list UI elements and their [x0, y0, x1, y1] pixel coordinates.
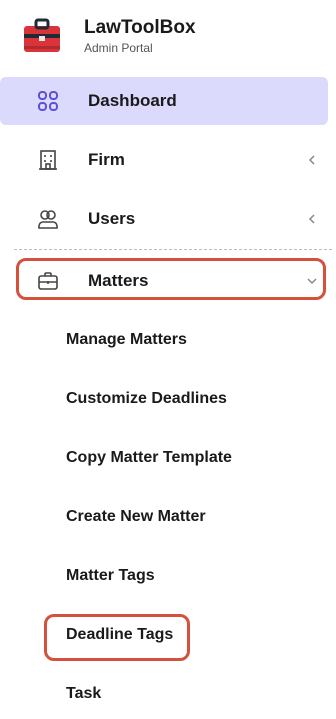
toolbox-icon [24, 18, 60, 52]
section-divider [14, 249, 332, 250]
nav-item-dashboard[interactable]: Dashboard [0, 77, 328, 125]
grid-icon [36, 89, 60, 113]
submenu-item-create-new-matter[interactable]: Create New Matter [66, 508, 206, 526]
nav-item-firm[interactable]: Firm [0, 136, 328, 184]
nav-label-users: Users [88, 209, 136, 228]
nav-label-matters: Matters [88, 271, 149, 290]
building-icon [36, 148, 60, 172]
submenu-item-deadline-tags[interactable]: Deadline Tags [66, 626, 173, 644]
submenu-item-matter-tags[interactable]: Matter Tags [66, 567, 155, 585]
nav-item-users[interactable]: Users [0, 195, 328, 243]
brand-header[interactable]: LawToolBox Admin Portal [20, 12, 196, 60]
app-name: LawToolBox [84, 16, 196, 38]
chevron-down-icon [306, 275, 318, 287]
submenu-item-copy-matter-template[interactable]: Copy Matter Template [66, 449, 232, 467]
chevron-left-icon [306, 213, 318, 225]
submenu-item-manage-matters[interactable]: Manage Matters [66, 331, 187, 349]
briefcase-icon [36, 269, 60, 293]
app-subtitle: Admin Portal [84, 40, 153, 55]
nav-label-dashboard: Dashboard [88, 91, 177, 110]
submenu-item-task[interactable]: Task [66, 685, 101, 703]
submenu-item-customize-deadlines[interactable]: Customize Deadlines [66, 390, 227, 408]
chevron-left-icon [306, 154, 318, 166]
nav-item-matters[interactable]: Matters [0, 257, 328, 305]
sidebar: LawToolBox Admin Portal Dashboard Firm U… [0, 0, 336, 719]
users-icon [36, 207, 60, 231]
nav-label-firm: Firm [88, 150, 125, 169]
